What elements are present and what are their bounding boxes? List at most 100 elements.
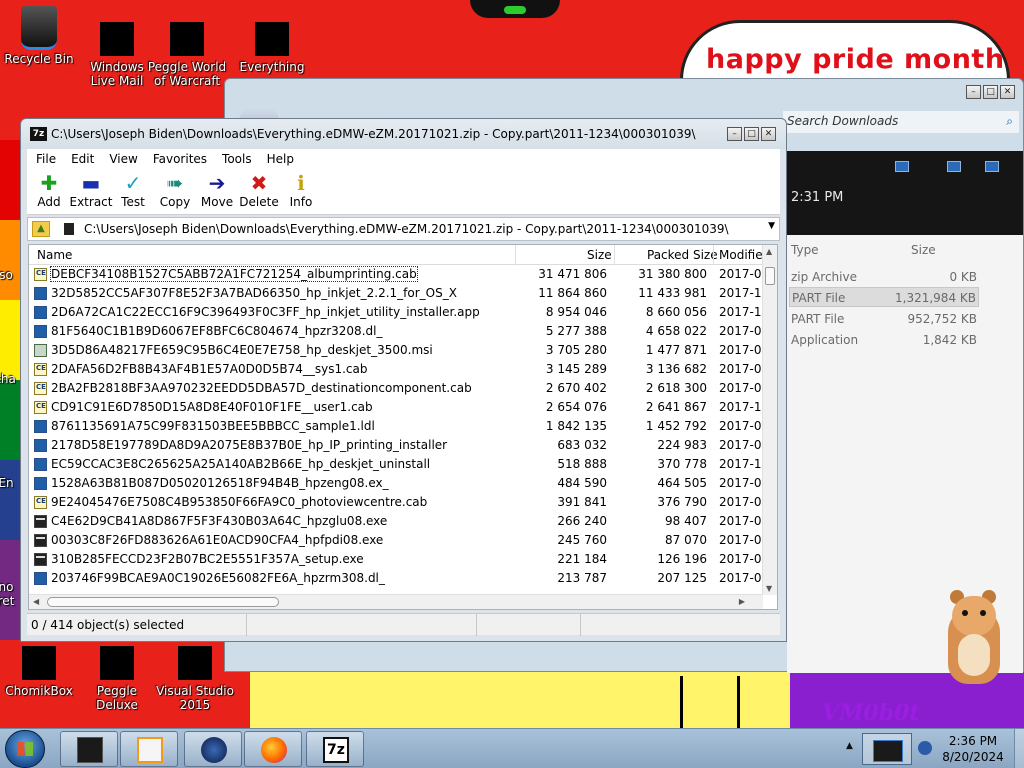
list-item[interactable]: PART File 952,752 KB bbox=[789, 309, 979, 329]
close-button[interactable]: ✕ bbox=[761, 127, 776, 141]
column-header-type[interactable]: Type bbox=[791, 243, 819, 257]
file-name: 2178D58E197789DA8D9A2075E8B37B0E_hp_IP_p… bbox=[51, 438, 448, 452]
tray-app-button[interactable] bbox=[862, 733, 912, 765]
minimize-button[interactable]: – bbox=[966, 85, 981, 99]
file-name: 00303C8F26FD883626A61E0ACD90CFA4_hpfpdi0… bbox=[51, 533, 384, 547]
menu-file[interactable]: File bbox=[27, 149, 62, 169]
table-row[interactable]: 32D5852CC5AF307F8E52F3A7BAD66350_hp_inkj… bbox=[29, 284, 769, 303]
maximize-button[interactable]: □ bbox=[983, 85, 998, 99]
7zip-window[interactable]: 7z C:\Users\Joseph Biden\Downloads\Every… bbox=[20, 118, 787, 642]
vertical-scrollbar[interactable]: ▲ ▼ bbox=[762, 245, 777, 595]
window-icon[interactable] bbox=[947, 161, 961, 172]
taskbar-app-media[interactable] bbox=[120, 731, 178, 767]
taskbar-app-7zip[interactable]: 7z bbox=[306, 731, 364, 767]
table-row[interactable]: DEBCF34108B1527C5ABB72A1FC721254_albumpr… bbox=[29, 265, 769, 284]
table-row[interactable]: 3D5D86A48217FE659C95B6C4E0E7E758_hp_desk… bbox=[29, 341, 769, 360]
test-button[interactable]: ✓ Test bbox=[111, 169, 155, 215]
file-type: PART File bbox=[791, 312, 845, 326]
table-row[interactable]: 81F5640C1B1B9D6067EF8BFC6C804674_hpzr320… bbox=[29, 322, 769, 341]
address-field[interactable]: C:\Users\Joseph Biden\Downloads\Everythi… bbox=[58, 218, 779, 240]
scroll-up-icon[interactable]: ▲ bbox=[766, 247, 772, 256]
table-row[interactable]: 203746F99BCAE9A0C19026E56082FE6A_hpzrm30… bbox=[29, 569, 769, 588]
table-row[interactable]: 2178D58E197789DA8D9A2075E8B37B0E_hp_IP_p… bbox=[29, 436, 769, 455]
taskbar-app-orb[interactable] bbox=[184, 731, 242, 767]
folder-up-icon[interactable]: ▲ bbox=[32, 221, 50, 237]
peggle-icon bbox=[100, 646, 134, 680]
desktop-icon-label: Visual Studio 2015 bbox=[156, 684, 234, 712]
column-header-name[interactable]: Name bbox=[37, 248, 72, 262]
column-separator[interactable] bbox=[713, 245, 714, 265]
desktop-icon-visual-studio[interactable]: Visual Studio 2015 bbox=[155, 646, 235, 712]
desktop-icon-everything[interactable]: Everything bbox=[232, 22, 312, 74]
menu-view[interactable]: View bbox=[100, 149, 143, 169]
scroll-down-icon[interactable]: ▼ bbox=[766, 584, 772, 593]
menu-help[interactable]: Help bbox=[258, 149, 300, 169]
desktop-icon-windows-live-mail[interactable]: Windows Live Mail bbox=[77, 22, 157, 88]
extract-button[interactable]: ▬ Extract bbox=[69, 169, 113, 215]
network-icon[interactable] bbox=[918, 741, 932, 755]
toolbar: ✚ Add ▬ Extract ✓ Test ➠ Copy ➔ Move ✖ D… bbox=[27, 169, 780, 215]
column-header-packed-size[interactable]: Packed Size bbox=[647, 248, 718, 262]
table-row[interactable]: 2DAFA56D2FB8B43AF4B1E57A0D0D5B74__sys1.c… bbox=[29, 360, 769, 379]
scrollbar-thumb[interactable] bbox=[47, 597, 279, 607]
list-item[interactable]: Application 1,842 KB bbox=[789, 330, 979, 350]
chevron-up-icon[interactable]: ▲ bbox=[846, 741, 853, 751]
taskbar-clock[interactable]: 2:36 PM 8/20/2024 bbox=[938, 733, 1008, 765]
table-row[interactable]: 2D6A72CA1C22ECC16F9C396493F0C3FF_hp_inkj… bbox=[29, 303, 769, 322]
chevron-down-icon[interactable]: ▼ bbox=[768, 221, 775, 231]
info-button[interactable]: ℹ Info bbox=[279, 169, 323, 215]
search-input[interactable]: Search Downloads ⌕ bbox=[783, 111, 1019, 133]
view-icon[interactable] bbox=[895, 161, 909, 172]
search-icon[interactable]: ⌕ bbox=[1006, 114, 1013, 129]
column-separator[interactable] bbox=[515, 245, 516, 265]
delete-button[interactable]: ✖ Delete bbox=[237, 169, 281, 215]
horizontal-scrollbar[interactable]: ◀ ▶ bbox=[29, 594, 763, 609]
window-icon[interactable] bbox=[985, 161, 999, 172]
title-bar[interactable]: 7z C:\Users\Joseph Biden\Downloads\Every… bbox=[21, 119, 786, 149]
table-row[interactable]: 310B285FECCD23F2B07BC2E5551F357A_setup.e… bbox=[29, 550, 769, 569]
column-header-size[interactable]: Size bbox=[587, 248, 612, 262]
desktop-top-decor bbox=[470, 0, 560, 18]
desktop-icon-recycle-bin[interactable]: Recycle Bin bbox=[0, 6, 79, 66]
table-row[interactable]: EC59CCAC3E8C265625A25A140AB2B66E_hp_desk… bbox=[29, 455, 769, 474]
show-desktop-button[interactable] bbox=[1014, 729, 1024, 768]
desktop-icon-peggle-wow[interactable]: Peggle World of Warcraft bbox=[147, 22, 227, 88]
menu-edit[interactable]: Edit bbox=[62, 149, 100, 169]
table-row[interactable]: 1528A63B81B087D05020126518F94B4B_hpzeng0… bbox=[29, 474, 769, 493]
table-row[interactable]: 2BA2FB2818BF3AA970232EEDD5DBA57D_destina… bbox=[29, 379, 769, 398]
start-button[interactable] bbox=[5, 730, 45, 768]
cab-file-icon bbox=[34, 401, 47, 414]
add-button[interactable]: ✚ Add bbox=[27, 169, 71, 215]
file-size: 0 KB bbox=[949, 270, 977, 284]
move-button[interactable]: ➔ Move bbox=[195, 169, 239, 215]
copy-button[interactable]: ➠ Copy bbox=[153, 169, 197, 215]
7zip-icon: 7z bbox=[323, 737, 349, 763]
desktop-icon-chomikbox[interactable]: ChomikBox bbox=[0, 646, 79, 698]
menu-tools[interactable]: Tools bbox=[213, 149, 258, 169]
cab-file-icon bbox=[34, 363, 47, 376]
minimize-button[interactable]: – bbox=[727, 127, 742, 141]
close-button[interactable]: ✕ bbox=[1000, 85, 1015, 99]
menu-favorites[interactable]: Favorites bbox=[144, 149, 213, 169]
file-file-icon bbox=[34, 439, 47, 452]
everything-icon bbox=[255, 22, 289, 56]
scrollbar-thumb[interactable] bbox=[765, 267, 775, 285]
column-separator[interactable] bbox=[614, 245, 615, 265]
table-row[interactable]: 8761135691A75C99F831503BEE5BBBCC_sample1… bbox=[29, 417, 769, 436]
scroll-right-icon[interactable]: ▶ bbox=[739, 597, 745, 606]
list-item[interactable]: PART File 1,321,984 KB bbox=[789, 287, 979, 307]
taskbar-app-firefox[interactable] bbox=[244, 731, 302, 767]
file-list[interactable]: Name Size Packed Size Modifie DEBCF34108… bbox=[28, 244, 778, 610]
table-row[interactable]: C4E62D9CB41A8D867F5F3F430B03A64C_hpzglu0… bbox=[29, 512, 769, 531]
column-header-modified[interactable]: Modifie bbox=[719, 248, 763, 262]
maximize-button[interactable]: □ bbox=[744, 127, 759, 141]
table-row[interactable]: 9E24045476E7508C4B953850F66FA9C0_photovi… bbox=[29, 493, 769, 512]
table-row[interactable]: 00303C8F26FD883626A61E0ACD90CFA4_hpfpdi0… bbox=[29, 531, 769, 550]
column-header-size[interactable]: Size bbox=[911, 243, 936, 257]
list-item[interactable]: zip Archive 0 KB bbox=[789, 267, 979, 287]
table-row[interactable]: CD91C91E6D7850D15A8D8E40F010F1FE__user1.… bbox=[29, 398, 769, 417]
copy-label: Copy bbox=[159, 195, 191, 209]
taskbar-app-explorer[interactable] bbox=[60, 731, 118, 767]
scroll-left-icon[interactable]: ◀ bbox=[33, 597, 39, 606]
desktop-icon-peggle-deluxe[interactable]: Peggle Deluxe bbox=[77, 646, 157, 712]
